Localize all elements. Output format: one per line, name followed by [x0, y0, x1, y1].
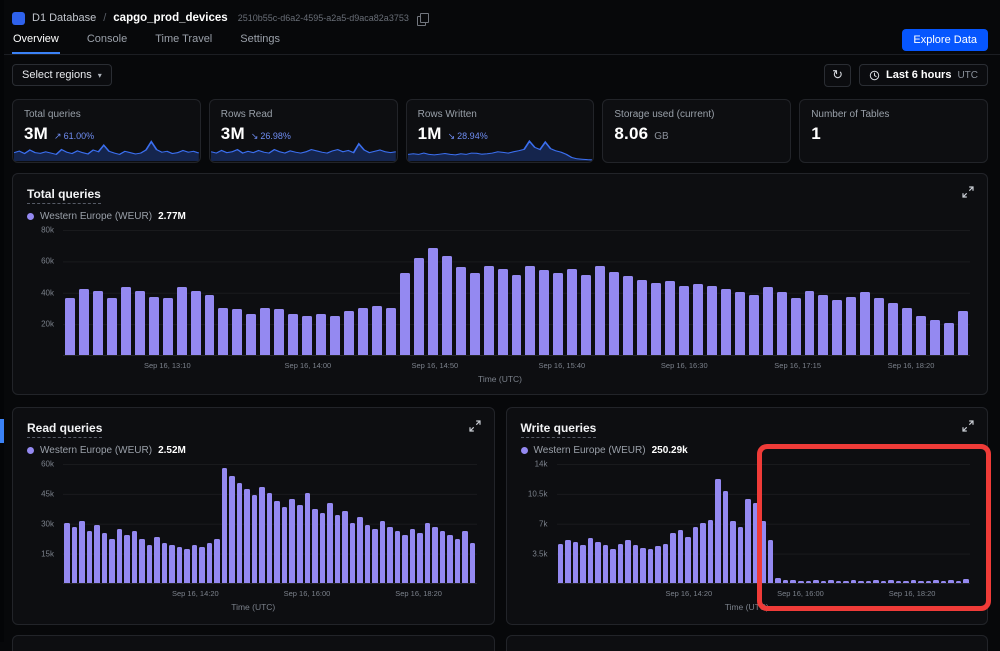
timezone-label: UTC	[957, 69, 978, 81]
bar-series	[63, 230, 970, 355]
stat-card-number-of-tables: Number of Tables 1	[799, 98, 988, 163]
total-queries-chart: 80k 60k 40k 20k Sep 16, 13:10 Sep 16, 14:00 S…	[27, 225, 973, 384]
breadcrumb-d1-database[interactable]: D1 Database	[32, 12, 96, 24]
x-axis-title: Time (UTC)	[477, 373, 523, 384]
stat-card-rows-read: Rows Read 3M ↘ 26.98%	[208, 98, 398, 163]
d1-product-icon	[12, 11, 25, 25]
read-queries-panel: Read queries Western Europe (WEUR) 2.52M…	[12, 406, 495, 625]
refresh-icon: ↻	[832, 67, 844, 82]
stat-label: Rows Written	[417, 108, 477, 120]
sparkline-chart	[210, 137, 396, 161]
stat-unit: GB	[654, 130, 669, 142]
breadcrumb-separator: /	[103, 12, 107, 24]
stat-label: Rows Read	[220, 108, 273, 120]
chart-legend: Western Europe (WEUR) 2.52M	[27, 445, 480, 456]
time-range-label: Last 6 hours	[886, 69, 952, 82]
chart-legend: Western Europe (WEUR) 2.77M	[27, 211, 973, 222]
toolbar: Select regions ▾ ↻ Last 6 hours UTC	[0, 55, 1000, 99]
cutoff-panels-row	[12, 634, 988, 651]
copy-icon[interactable]	[416, 12, 429, 26]
legend-region: Western Europe (WEUR)	[533, 444, 646, 456]
x-axis-title: Time (UTC)	[724, 601, 769, 612]
chart-plot-area[interactable]	[63, 229, 970, 356]
select-regions-label: Select regions	[22, 69, 92, 82]
left-rail-accent	[0, 419, 4, 443]
sparkline-chart	[14, 137, 199, 161]
stats-row: Total queries 3M ↗ 61.00% Rows Read 3M ↘…	[0, 98, 1000, 163]
database-name: capgo_prod_devices	[113, 12, 228, 24]
refresh-button[interactable]: ↻	[824, 64, 852, 87]
legend-value: 2.52M	[158, 444, 186, 456]
stat-label: Number of Tables	[811, 108, 890, 120]
bar-series	[63, 464, 477, 583]
panel-title-total-queries: Total queries	[27, 187, 101, 204]
x-axis-title: Time (UTC)	[231, 601, 276, 612]
cutoff-panel-right	[505, 634, 988, 651]
panel-title-write-queries: Write queries	[520, 421, 597, 438]
tab-overview[interactable]: Overview	[12, 33, 60, 54]
legend-region: Western Europe (WEUR)	[40, 444, 153, 456]
toolbar-right: ↻ Last 6 hours UTC	[824, 64, 988, 87]
tab-console[interactable]: Console	[86, 33, 128, 54]
bar-series	[557, 464, 971, 583]
x-axis-labels: Sep 16, 14:20 Sep 16, 16:00 Sep 16, 18:20	[665, 588, 936, 598]
tab-time-travel[interactable]: Time Travel	[154, 33, 213, 54]
stat-card-storage-used: Storage used (current) 8.06 GB	[602, 98, 792, 163]
read-queries-chart: 60k 45k 30k 15k Sep 16, 14:20 Sep 16, 16:00 S…	[27, 459, 480, 612]
clock-icon	[869, 70, 880, 81]
chart-legend: Western Europe (WEUR) 250.29k	[520, 444, 974, 456]
chart-plot-area[interactable]	[556, 463, 971, 584]
legend-value: 250.29k	[651, 444, 688, 456]
stat-label: Storage used (current)	[614, 108, 715, 120]
total-queries-panel: Total queries Western Europe (WEUR) 2.77…	[12, 172, 988, 395]
write-queries-chart: 14k 10.5k 7k 3.5k Sep 16, 14:20 Sep 16, 16:0…	[521, 459, 974, 612]
x-axis-labels: Sep 16, 14:20 Sep 16, 16:00 Sep 16, 18:20	[171, 588, 442, 598]
x-axis-labels: Sep 16, 13:10 Sep 16, 14:00 Sep 16, 14:50 S…	[143, 360, 935, 370]
expand-icon[interactable]	[960, 184, 976, 200]
sparkline-chart	[407, 137, 593, 161]
legend-dot	[520, 446, 528, 454]
breadcrumb: D1 Database / capgo_prod_devices 2510b55…	[0, 0, 1000, 28]
select-regions-button[interactable]: Select regions ▾	[12, 64, 112, 87]
stat-card-rows-written: Rows Written 1M ↘ 28.94%	[405, 98, 595, 163]
stat-value: 8.06	[614, 123, 649, 143]
legend-region: Western Europe (WEUR)	[40, 210, 153, 222]
y-axis-labels: 14k 10.5k 7k 3.5k	[527, 459, 548, 559]
expand-icon[interactable]	[467, 418, 483, 434]
y-axis-labels: 60k 45k 30k 15k	[41, 459, 54, 559]
write-queries-panel: Write queries Western Europe (WEUR) 250.…	[505, 406, 988, 625]
stat-label: Total queries	[24, 108, 81, 120]
legend-dot	[27, 212, 34, 220]
database-id: 2510b55c-d6a2-4595-a2a5-d9aca82a3753	[237, 13, 409, 23]
bottom-charts-row: Read queries Western Europe (WEUR) 2.52M…	[12, 406, 988, 625]
panel-title-read-queries: Read queries	[27, 421, 103, 438]
stat-value: 1	[811, 123, 821, 143]
tab-bar: Overview Console Time Travel Settings Ex…	[0, 28, 1000, 55]
time-range-button[interactable]: Last 6 hours UTC	[859, 64, 988, 87]
left-rail	[0, 0, 4, 642]
chevron-down-icon: ▾	[97, 70, 102, 80]
stat-card-total-queries: Total queries 3M ↗ 61.00%	[12, 98, 201, 163]
tab-settings[interactable]: Settings	[239, 33, 281, 54]
expand-icon[interactable]	[960, 418, 976, 434]
legend-dot	[27, 446, 34, 454]
explore-data-button[interactable]: Explore Data	[902, 29, 988, 51]
y-axis-labels: 80k 60k 40k 20k	[41, 225, 54, 329]
legend-value: 2.77M	[158, 210, 186, 222]
cutoff-panel-left	[12, 634, 495, 651]
chart-plot-area[interactable]	[63, 463, 477, 584]
